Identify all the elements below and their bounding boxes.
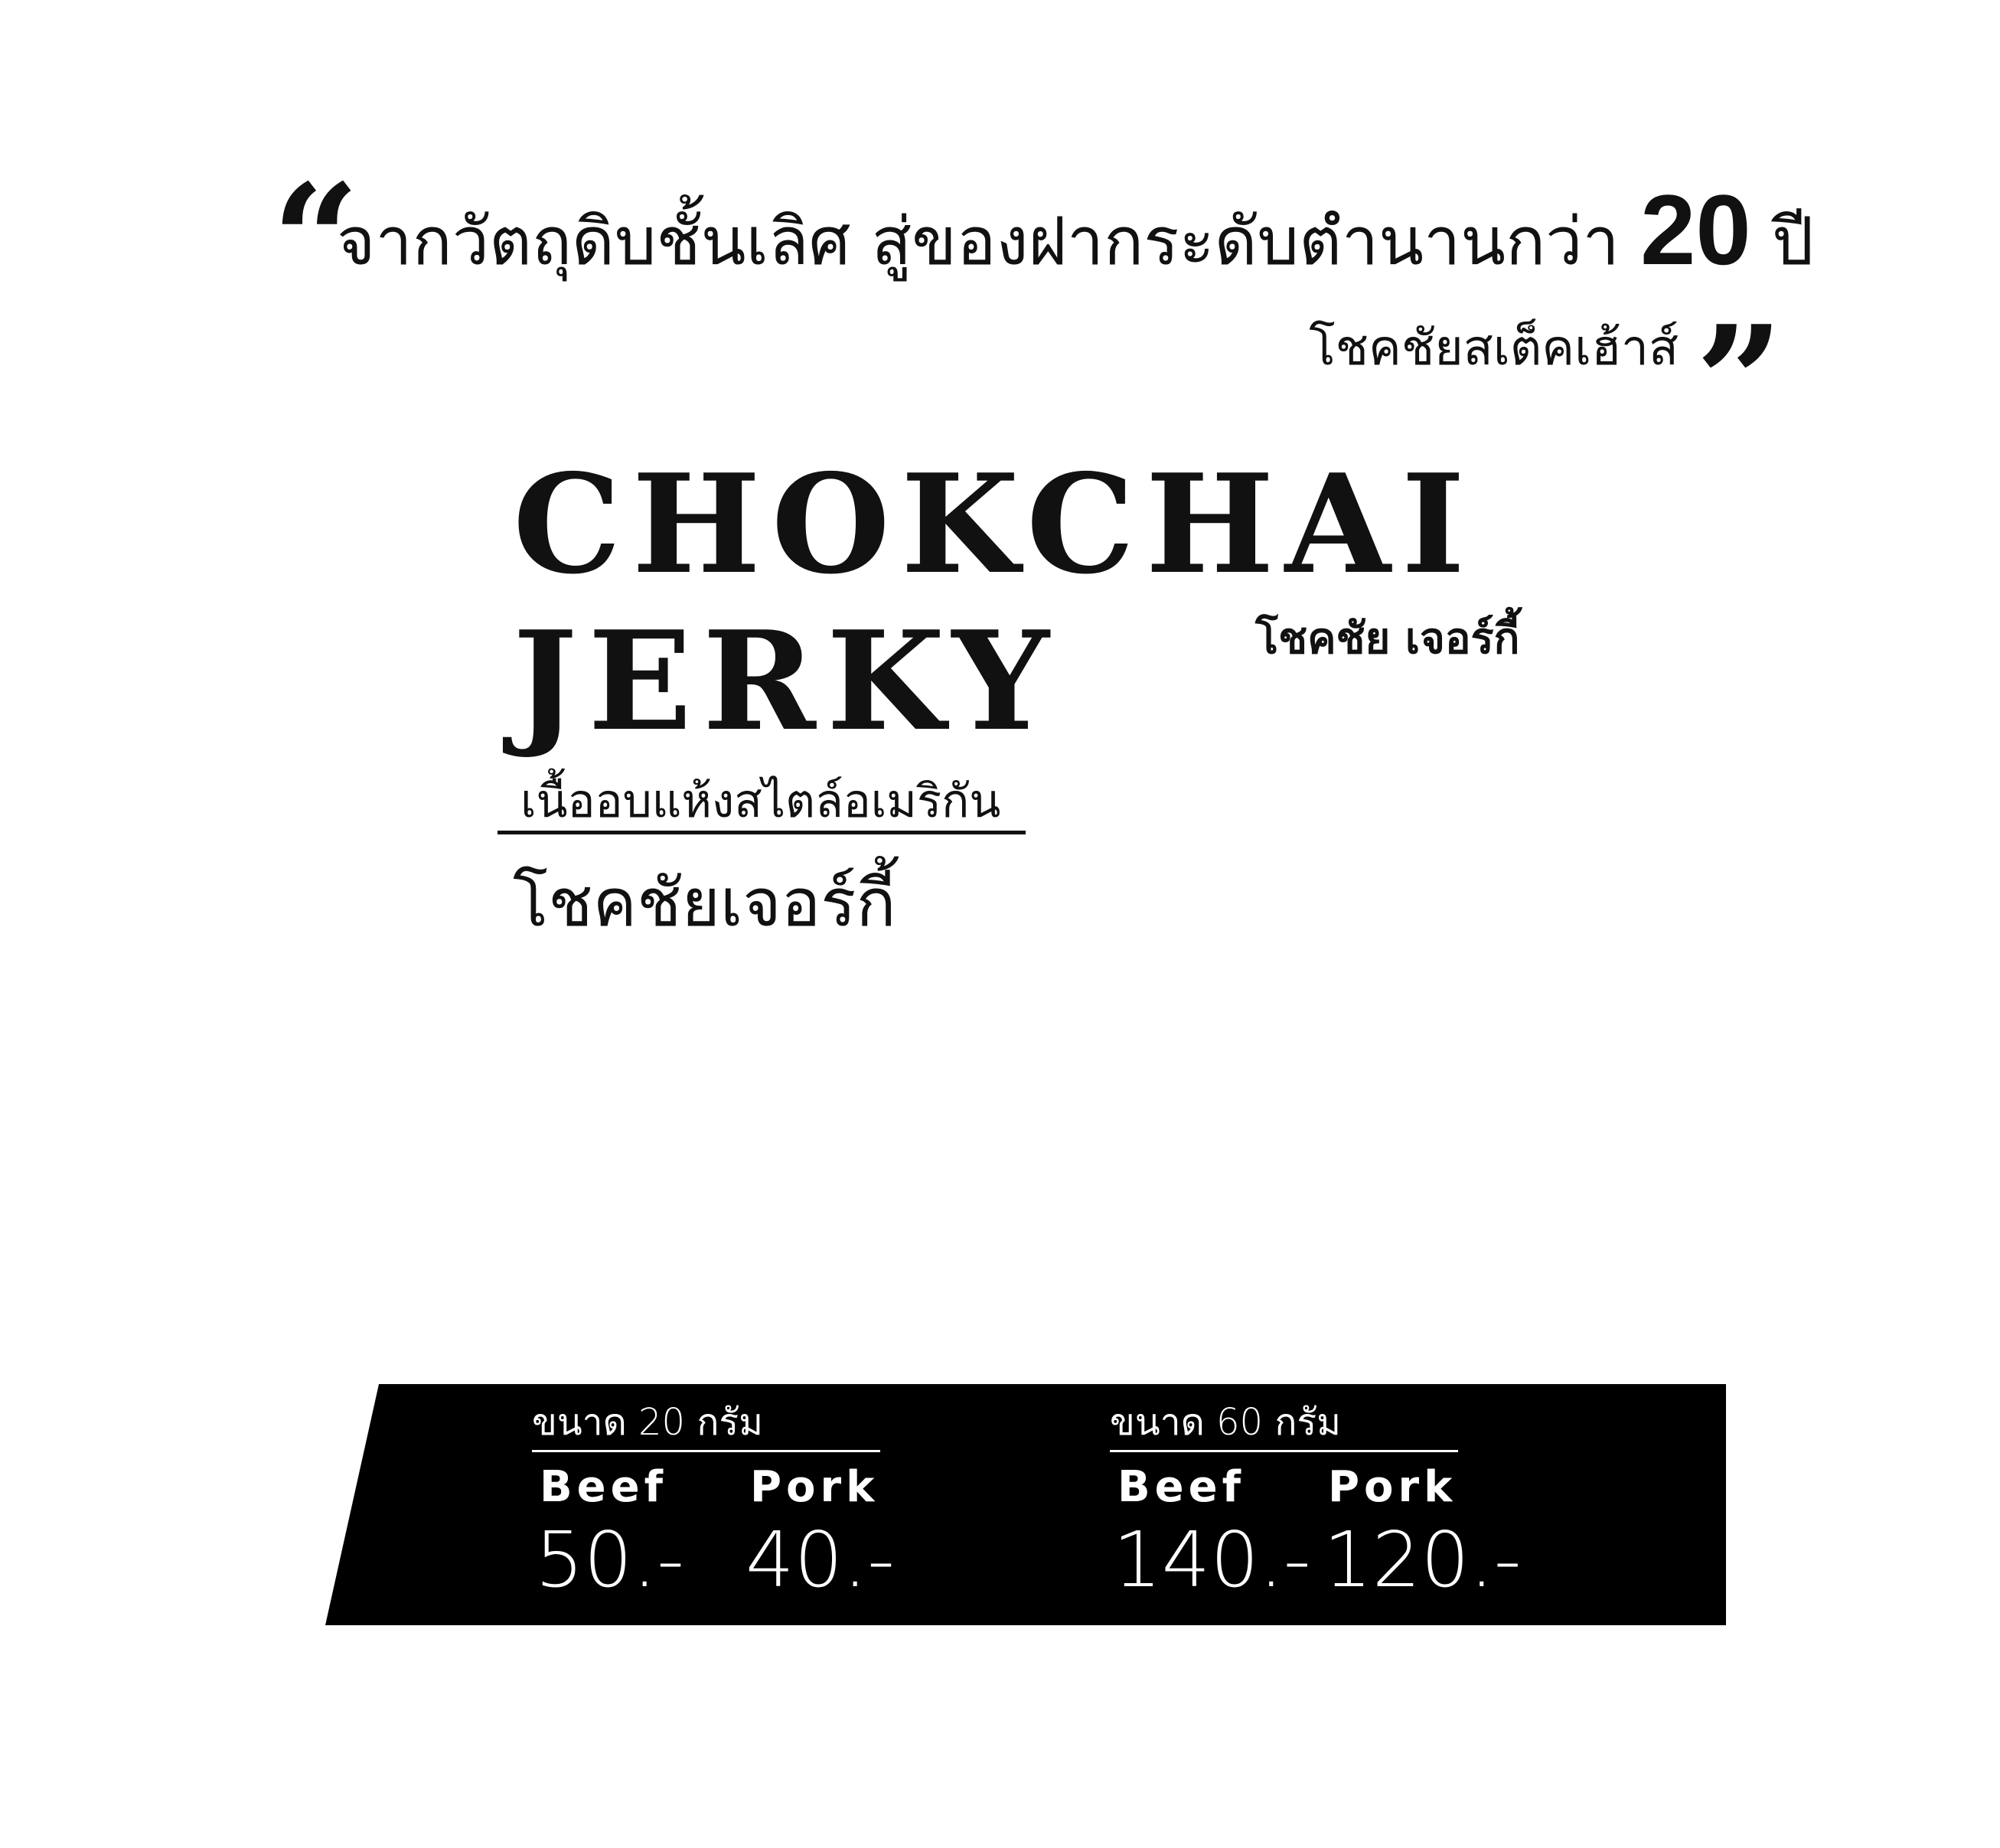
size-underline [1110, 1450, 1458, 1452]
brand-title-line-2: JERKY [513, 601, 1060, 761]
quote-text: จากวัตถุดิบชั้นเลิศ สู่ของฝากระดับตำนานก… [337, 204, 1620, 280]
price-item-pork: Pork 40.- [742, 1460, 953, 1605]
flavor-name: Pork [750, 1462, 879, 1512]
price-item-beef: Beef 50.- [532, 1460, 742, 1605]
quote-years-suffix: ปี [1772, 204, 1814, 280]
size-label: ขนาด 60 กรัม [1110, 1401, 1341, 1444]
flavor-price: 50.- [535, 1515, 685, 1605]
quote-years-number: 20 [1640, 174, 1751, 286]
flavor-name: Pork [1328, 1462, 1457, 1512]
quote-attribution: โชคชัยสเต็คเฮ้าส์ [1309, 320, 1679, 377]
size-label: ขนาด 20 กรัม [532, 1401, 763, 1444]
brand-thai-name: โชคชัยเจอร์กี้ [513, 865, 896, 942]
flavor-price: 40.- [746, 1515, 896, 1605]
flavor-name: Beef [1117, 1462, 1246, 1512]
brand-divider [498, 831, 1026, 834]
flavor-name: Beef [540, 1462, 668, 1512]
price-item-beef: Beef 140.- [1110, 1460, 1320, 1605]
price-group-20g: ขนาด 20 กรัม Beef 50.- Pork 40.- [532, 1398, 953, 1605]
size-underline [532, 1450, 880, 1452]
price-group-60g: ขนาด 60 กรัม Beef 140.- Pork 120.- [1110, 1398, 1531, 1605]
close-quote-icon: ” [1695, 292, 1784, 472]
flavor-price: 120.- [1323, 1515, 1522, 1605]
brand-thai-subtitle: โชคชัย เจอร์กี้ [1255, 614, 1520, 664]
brand-title-line-1: CHOKCHAI [513, 444, 1476, 604]
quote-line-1: จากวัตถุดิบชั้นเลิศ สู่ของฝากระดับตำนานก… [337, 174, 1814, 295]
flavor-price: 140.- [1113, 1515, 1311, 1605]
price-item-pork: Pork 120.- [1320, 1460, 1531, 1605]
brand-tagline: เนื้ออบแห้งสไตล์อเมริกัน [520, 775, 1001, 828]
price-banner: ขนาด 20 กรัม Beef 50.- Pork 40.- ขนาด 60… [325, 1384, 1726, 1625]
